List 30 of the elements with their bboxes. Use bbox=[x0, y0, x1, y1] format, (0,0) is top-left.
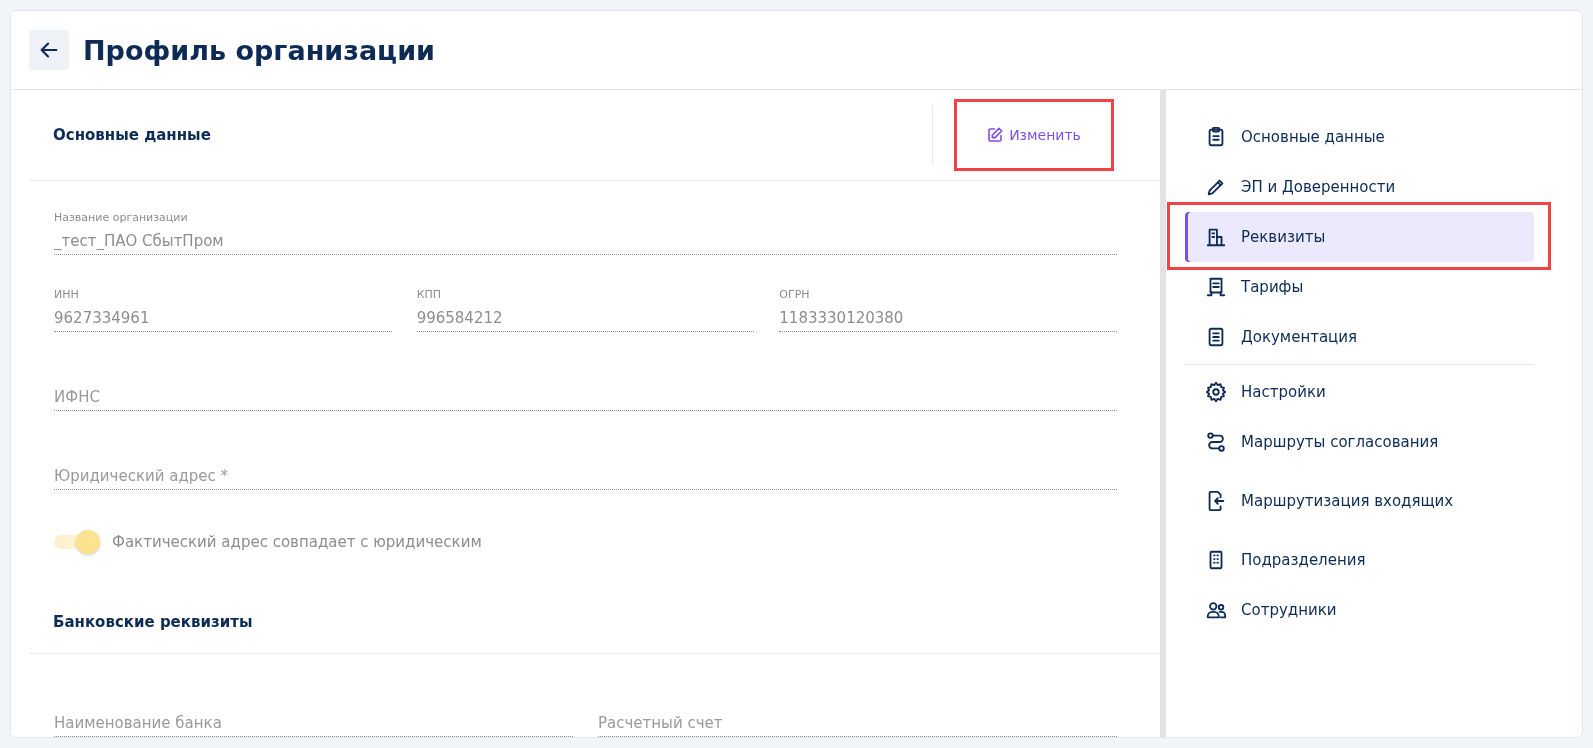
address-toggle[interactable] bbox=[54, 530, 100, 554]
route-icon bbox=[1205, 431, 1227, 453]
sidebar-item[interactable]: Сотрудники bbox=[1185, 585, 1534, 635]
section-title: Основные данные bbox=[53, 126, 212, 144]
sidebar-item[interactable]: Настройки bbox=[1185, 367, 1534, 417]
field-label: ИНН bbox=[54, 288, 80, 301]
page-title: Профиль организации bbox=[83, 34, 435, 66]
sidebar-item[interactable]: Тарифы bbox=[1185, 262, 1534, 312]
field-label: ОГРН bbox=[779, 288, 811, 301]
field-label: Название организации bbox=[54, 211, 189, 224]
gear-icon bbox=[1205, 381, 1227, 403]
toggle-label: Фактический адрес совпадает с юридическим bbox=[112, 533, 482, 551]
edit-icon bbox=[987, 127, 1004, 143]
sidebar-item[interactable]: Документация bbox=[1185, 312, 1534, 362]
back-button[interactable] bbox=[29, 30, 69, 70]
tax-office-field[interactable]: ИФНС bbox=[54, 386, 1117, 411]
building-icon bbox=[1205, 226, 1227, 248]
edit-button[interactable]: Изменить bbox=[985, 123, 1083, 147]
sidebar-item[interactable]: Основные данные bbox=[1185, 112, 1534, 162]
sidebar-item[interactable]: Подразделения bbox=[1185, 535, 1534, 585]
sidebar-item[interactable]: ЭП и Доверенности bbox=[1185, 162, 1534, 212]
legal-address-field[interactable]: Юридический адрес * bbox=[54, 465, 1117, 490]
bank-name-field[interactable]: Наименование банка bbox=[54, 712, 573, 737]
section-title: Банковские реквизиты bbox=[53, 613, 254, 631]
sidebar-item[interactable]: Маршрутизация входящих bbox=[1185, 467, 1534, 535]
sidebar-item[interactable]: Реквизиты bbox=[1185, 212, 1534, 262]
sidebar-item[interactable]: Маршруты согласования bbox=[1185, 417, 1534, 467]
account-number-field[interactable]: Расчетный счет bbox=[598, 712, 1117, 737]
people-icon bbox=[1205, 599, 1227, 621]
field-label: КПП bbox=[416, 288, 442, 301]
